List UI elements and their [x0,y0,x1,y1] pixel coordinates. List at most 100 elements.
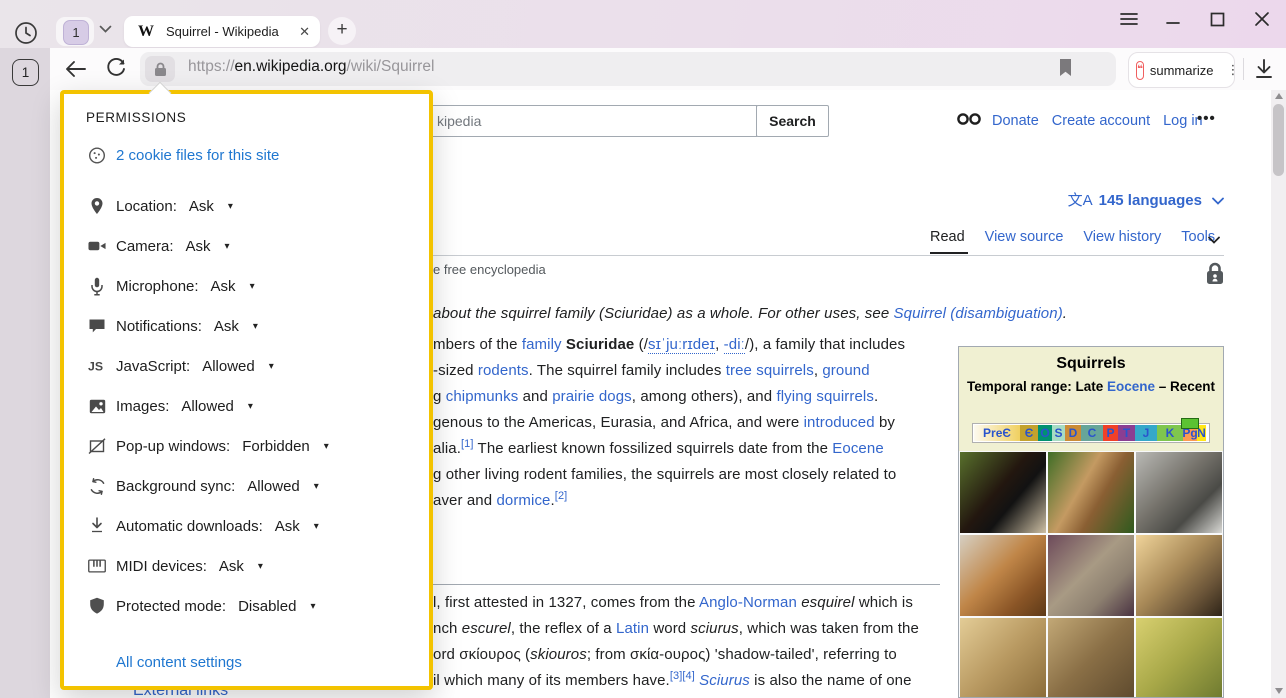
text-run: The earliest known fossilized squirrels … [474,440,833,457]
wiki-link[interactable]: Anglo-Norman [699,594,797,611]
appearance-glasses-icon[interactable] [956,112,982,126]
wiki-link[interactable]: chipmunks [446,388,519,405]
timeline-segment-O: O [1038,425,1052,441]
wiki-link[interactable]: Latin [616,620,649,637]
wiki-link[interactable]: ground [822,362,869,379]
permission-label: MIDI devices: [116,558,207,575]
permission-label: Images: [116,398,169,415]
wiki-link[interactable]: [2] [555,490,568,502]
chevron-down-icon[interactable] [1208,236,1220,244]
site-tagline: e free encyclopedia [433,262,546,277]
squirrel-photo [1136,618,1222,698]
page-protection-lock-icon[interactable] [1205,262,1225,288]
timeline-segment-T: T [1118,425,1135,441]
scrollbar-track[interactable] [1271,90,1286,698]
bookmark-flag-icon[interactable] [1058,58,1073,78]
intro-line: g chipmunks and prairie dogs, among othe… [433,384,905,410]
permission-value-dropdown[interactable]: Ask [275,518,300,535]
history-clock-icon[interactable] [13,20,39,46]
article-view-tabs: ReadView sourceView historyTools [930,229,1215,245]
squirrel-photo-grid [960,452,1222,698]
permission-value-dropdown[interactable]: Ask [214,318,239,335]
hamburger-menu-icon[interactable] [1120,12,1138,26]
timeline-segment-Є: Є [1020,425,1038,441]
intro-line: genous to the Americas, Eurasia, and Afr… [433,410,905,436]
background-sync-icon [88,477,106,495]
wiki-link[interactable]: [3][4] [670,670,695,682]
download-icon[interactable] [1253,57,1275,81]
permission-value-dropdown[interactable]: Allowed [202,358,255,375]
permission-value-dropdown[interactable]: Ask [186,238,211,255]
text-run: , [715,336,724,353]
wiki-link[interactable]: Eocene [832,440,883,457]
wiki-link[interactable]: dormice [496,492,550,509]
squirrel-photo [1136,535,1222,616]
browser-sidebar-rail [0,48,50,698]
permission-row: Notifications:Ask▾ [88,306,408,346]
eocene-link[interactable]: Eocene [1107,379,1155,394]
site-lock-icon[interactable] [145,56,175,82]
temporal-suffix: – Recent [1155,379,1215,394]
all-content-settings-link[interactable]: All content settings [116,654,242,671]
wiki-link[interactable]: Sciurus [699,672,750,689]
url-text[interactable]: https://en.wikipedia.org/wiki/Squirrel [188,58,434,76]
dropdown-caret-icon: ▾ [314,521,319,532]
summarize-button[interactable]: ❝ summarize ⋮ [1128,52,1235,88]
permission-value-dropdown[interactable]: Disabled [238,598,296,615]
permission-label: Pop-up windows: [116,438,230,455]
permission-label: Protected mode: [116,598,226,615]
dropdown-caret-icon: ▾ [258,561,263,572]
permission-value-dropdown[interactable]: Ask [189,198,214,215]
tab-group-badge[interactable]: 1 [63,20,89,45]
new-tab-button[interactable]: + [328,17,356,45]
permissions-list: Location:Ask▾Camera:Ask▾Microphone:Ask▾N… [88,186,408,626]
text-run: mbers of the [433,336,522,353]
maximize-icon[interactable] [1210,12,1225,27]
text-run: alia. [433,440,461,457]
view-tab-view-source[interactable]: View source [985,229,1064,245]
wiki-link[interactable]: Squirrel (disambiguation) [894,305,1063,322]
wiki-link[interactable]: prairie dogs [552,388,632,405]
top-link-donate[interactable]: Donate [992,113,1039,129]
wiki-search-input[interactable]: kipedia [420,105,757,137]
permission-value-dropdown[interactable]: Allowed [181,398,234,415]
kebab-menu-icon[interactable]: ⋮ [1226,66,1239,74]
text-run: genous to the Americas, Eurasia, and Afr… [433,414,804,431]
dropdown-caret-icon: ▾ [225,241,230,252]
more-options-dots[interactable]: ••• [1197,110,1216,127]
sidebar-tab-count-badge[interactable]: 1 [12,59,39,86]
dropdown-caret-icon: ▾ [324,441,329,452]
reload-icon[interactable] [104,57,128,81]
view-tab-read[interactable]: Read [930,229,965,245]
tab-close-icon[interactable]: ✕ [299,24,310,40]
wiki-link[interactable]: family [522,336,562,353]
permission-value-dropdown[interactable]: Ask [211,278,236,295]
permission-value-dropdown[interactable]: Allowed [247,478,300,495]
squirrel-photo [1048,452,1134,533]
wiki-link[interactable]: flying squirrels [776,388,873,405]
text-run: . [1063,305,1067,322]
scroll-up-arrow[interactable] [1275,93,1283,99]
permission-value-dropdown[interactable]: Ask [219,558,244,575]
chevron-down-icon[interactable] [99,25,112,33]
languages-selector[interactable]: 文A145 languages [930,189,1224,210]
minimize-icon[interactable] [1166,12,1180,26]
wiki-link[interactable]: tree squirrels [726,362,814,379]
wiki-link[interactable]: [1] [461,438,474,450]
wiki-search-button[interactable]: Search [756,105,829,137]
cookie-files-link[interactable]: 2 cookie files for this site [116,147,279,164]
scroll-down-arrow[interactable] [1275,688,1283,694]
wiki-link[interactable]: rodents [478,362,529,379]
top-link-create-account[interactable]: Create account [1052,113,1150,129]
text-run: is also the name of one [750,672,912,689]
view-tab-view-history[interactable]: View history [1083,229,1161,245]
text-run: sciurus [691,620,739,637]
back-arrow-icon[interactable] [64,57,88,81]
wiki-link[interactable]: -diː [724,336,745,354]
window-close-icon[interactable] [1254,11,1270,27]
browser-tab[interactable]: W Squirrel - Wikipedia ✕ [124,16,320,47]
permission-value-dropdown[interactable]: Forbidden [242,438,310,455]
wiki-link[interactable]: introduced [804,414,875,431]
scrollbar-thumb[interactable] [1273,104,1284,176]
wiki-link[interactable]: sɪˈjuːrɪdeɪ [648,336,715,354]
